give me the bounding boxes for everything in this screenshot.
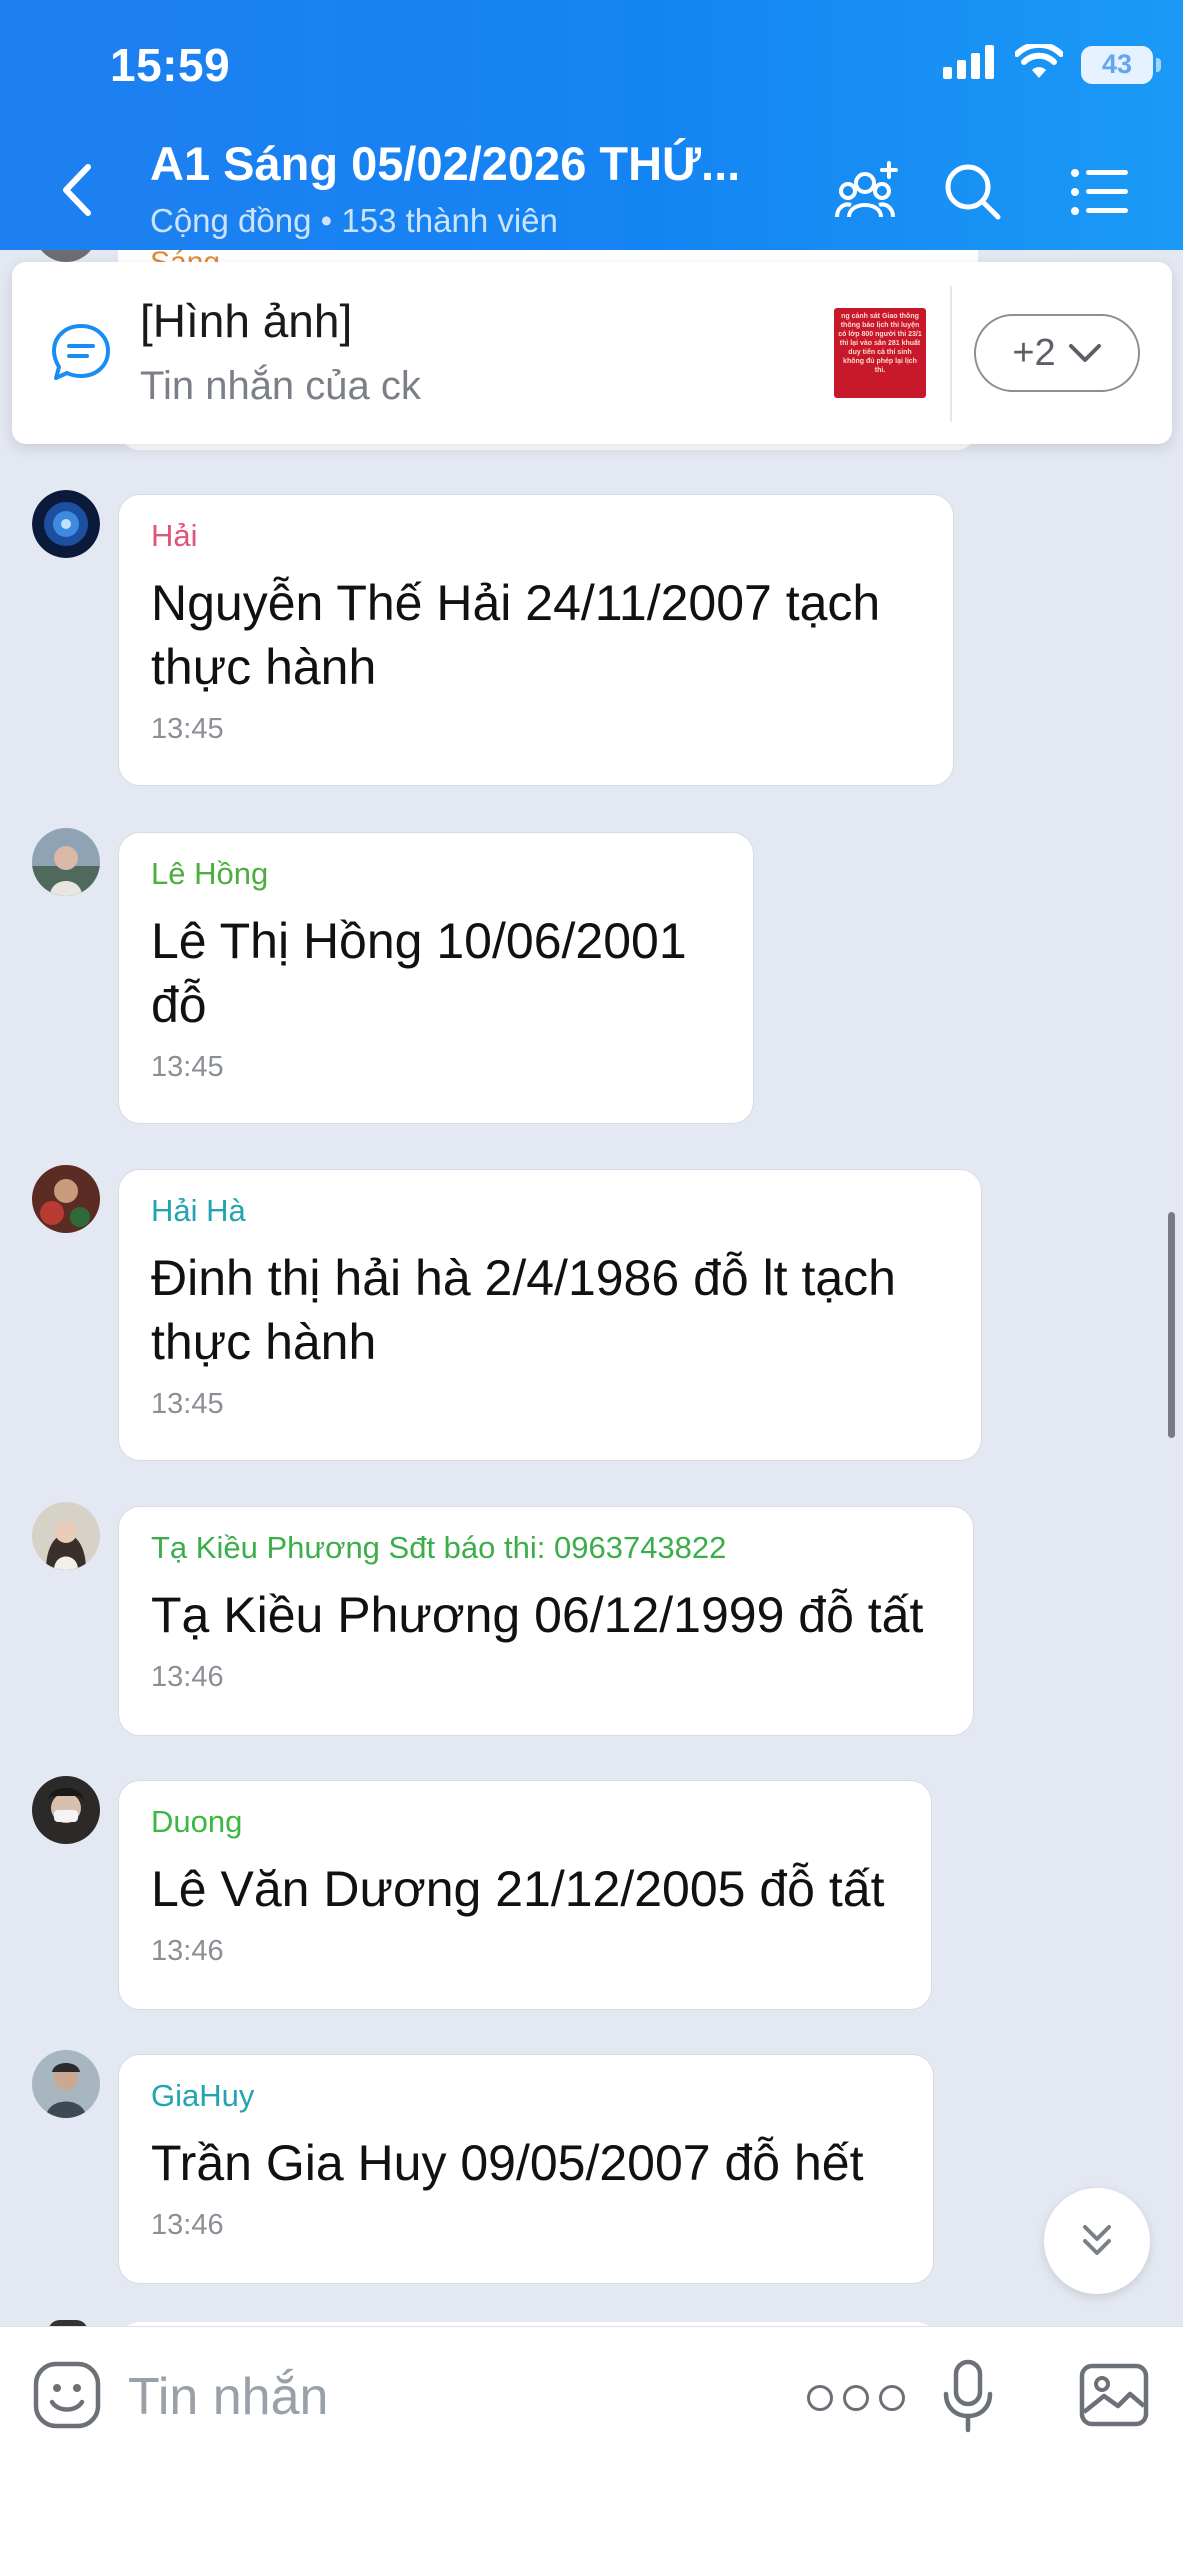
message-time: 13:46 <box>151 1661 224 1693</box>
more-dots-icon <box>807 2385 833 2411</box>
more-count: +2 <box>1012 331 1056 374</box>
add-member-icon <box>835 161 898 218</box>
sender-name: Hải <box>151 518 198 553</box>
more-dots-icon <box>879 2385 905 2411</box>
message-time: 13:45 <box>151 1388 224 1420</box>
more-options-button[interactable] <box>794 2380 918 2416</box>
voice-record-button[interactable] <box>938 2358 998 2434</box>
wifi-icon <box>1014 41 1064 85</box>
sender-name: Tạ Kiều Phương Sđt báo thi: 0963743822 <box>151 1530 727 1565</box>
message-bubble[interactable]: GiaHuy Trần Gia Huy 09/05/2007 đỗ hết 13… <box>118 2054 934 2284</box>
avatar[interactable] <box>32 1776 100 1844</box>
microphone-icon <box>943 2359 993 2433</box>
search-button[interactable] <box>937 156 1009 228</box>
sender-name: Duong <box>151 1804 243 1839</box>
message-text: Trần Gia Huy 09/05/2007 đỗ hết <box>151 2135 864 2191</box>
send-image-button[interactable] <box>1078 2360 1150 2430</box>
menu-button[interactable] <box>1064 156 1136 228</box>
message-text: Đinh thị hải hà 2/4/1986 đỗ lt tạch thực… <box>151 1250 896 1370</box>
sender-name: Lê Hồng <box>151 856 269 891</box>
pinned-subtitle: Tin nhắn của ck <box>140 364 421 408</box>
chat-bubble-icon <box>52 324 110 380</box>
double-chevron-down-icon <box>1083 2225 1111 2255</box>
back-button[interactable] <box>52 160 102 220</box>
pinned-image-thumbnail[interactable]: ng cảnh sát Giao thông thông báo lịch th… <box>834 308 926 398</box>
pinned-title: [Hình ảnh] <box>140 295 353 347</box>
message-text: Tạ Kiều Phương 06/12/1999 đỗ tất <box>151 1587 924 1643</box>
message-bubble[interactable]: Hải Nguyễn Thế Hải 24/11/2007 tạch thực … <box>118 494 954 786</box>
status-time: 15:59 <box>110 39 231 91</box>
status-indicators: 43 <box>943 41 1161 85</box>
message-bubble[interactable]: Tạ Kiều Phương Sđt báo thi: 0963743822 T… <box>118 1506 974 1736</box>
avatar[interactable] <box>32 490 100 558</box>
more-dots-icon <box>843 2385 869 2411</box>
chat-screen: Sáng 15:59 43 <box>0 0 1183 2560</box>
page-title[interactable]: A1 Sáng 05/02/2026 THỨ... <box>150 136 790 191</box>
message-bubble[interactable]: Duong Lê Văn Dương 21/12/2005 đỗ tất 13:… <box>118 1780 932 2010</box>
chevron-down-icon <box>1068 344 1101 362</box>
list-menu-icon <box>1071 169 1128 215</box>
message-bubble[interactable]: Lê Hồng Lê Thị Hồng 10/06/2001 đỗ 13:45 <box>118 832 754 1124</box>
sender-name: GiaHuy <box>151 2078 255 2113</box>
message-text: Lê Thị Hồng 10/06/2001 đỗ <box>151 913 687 1033</box>
message-bubble[interactable]: Hải Hà Đinh thị hải hà 2/4/1986 đỗ lt tạ… <box>118 1169 982 1461</box>
avatar[interactable] <box>32 1165 100 1233</box>
message-input[interactable] <box>128 2362 748 2432</box>
emoji-icon <box>33 2361 101 2429</box>
battery-level: 43 <box>1101 49 1133 79</box>
signal-icon <box>943 45 997 84</box>
page-subtitle: Cộng đồng • 153 thành viên <box>150 202 558 239</box>
members-button[interactable] <box>832 156 904 228</box>
image-icon <box>1079 2363 1149 2427</box>
emoji-button[interactable] <box>32 2360 102 2430</box>
chevron-left-icon <box>63 164 91 216</box>
battery-icon: 43 <box>1081 45 1161 84</box>
message-time: 13:45 <box>151 1051 224 1083</box>
avatar[interactable] <box>32 828 100 896</box>
message-text: Nguyễn Thế Hải 24/11/2007 tạch thực hành <box>151 575 881 695</box>
scroll-to-bottom-button[interactable] <box>1044 2188 1150 2294</box>
pinned-message[interactable]: [Hình ảnh] Tin nhắn của ck ng cảnh sát G… <box>12 262 1172 444</box>
scrollbar[interactable] <box>1168 1212 1175 1438</box>
message-time: 13:46 <box>151 2209 224 2241</box>
expand-pinned-button[interactable]: +2 <box>974 314 1140 392</box>
divider <box>950 286 952 422</box>
message-composer <box>0 2326 1183 2560</box>
avatar[interactable] <box>32 1502 100 1570</box>
search-icon <box>945 164 1001 220</box>
divider <box>0 2326 1183 2327</box>
sender-name: Hải Hà <box>151 1193 246 1228</box>
avatar[interactable] <box>32 2050 100 2118</box>
chat-header: 15:59 43 A1 Sáng 05/02/2026 THỨ... Cộng … <box>0 0 1183 250</box>
message-time: 13:46 <box>151 1935 224 1967</box>
message-time: 13:45 <box>151 713 224 745</box>
message-text: Lê Văn Dương 21/12/2005 đỗ tất <box>151 1861 885 1917</box>
